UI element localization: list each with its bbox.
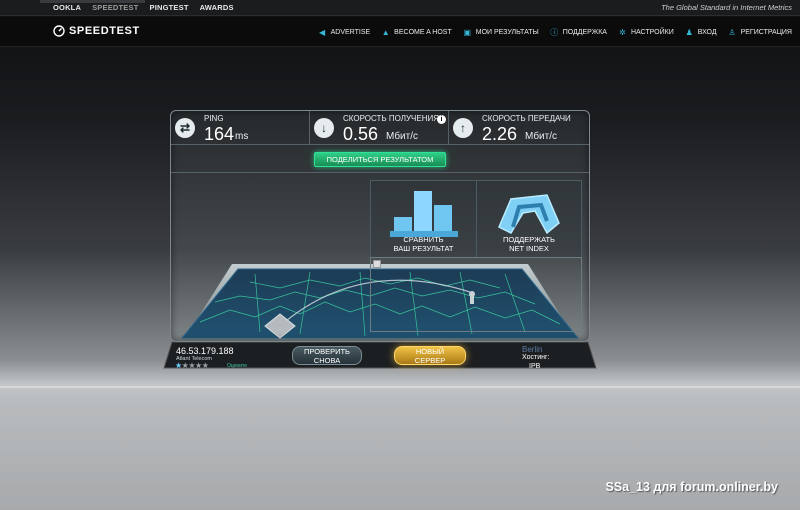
star-icon[interactable]: ★ — [195, 361, 202, 370]
nav-register[interactable]: ♙ РЕГИСТРАЦИЯ — [728, 28, 793, 37]
net-index-tile[interactable]: ПОДДЕРЖАТЬ NET INDEX — [477, 181, 581, 257]
result-stats: ⇄ PING 164 ms ↓ СКОРОСТЬ ПОЛУЧЕНИЯ 0.56 … — [171, 111, 589, 145]
main-nav: ◀ ADVERTISE ▲ BECOME A HOST ▣ МОИ РЕЗУЛЬ… — [318, 28, 792, 37]
nav-label: РЕГИСТРАЦИЯ — [740, 29, 792, 36]
download-label: СКОРОСТЬ ПОЛУЧЕНИЯ — [343, 114, 440, 123]
ping-label: PING — [204, 114, 224, 123]
retest-button[interactable]: ПРОВЕРИТЬ СНОВА — [292, 346, 362, 365]
new-server-button[interactable]: НОВЫЙ СЕРВЕР — [394, 346, 466, 365]
top-links: OOKLA SPEEDTEST PINGTEST AWARDS — [53, 3, 234, 12]
upload-label: СКОРОСТЬ ПЕРЕДАЧИ — [482, 114, 571, 123]
map-overlay-frame — [370, 257, 582, 332]
speedtest-panel: ⇄ PING 164 ms ↓ СКОРОСТЬ ПОЛУЧЕНИЯ 0.56 … — [170, 110, 590, 342]
compare-line-2: ВАШ РЕЗУЛЬТАТ — [393, 243, 454, 253]
camera-icon: ▣ — [463, 28, 472, 37]
top-link-ookla[interactable]: OOKLA — [53, 3, 81, 12]
ping-unit: ms — [235, 131, 249, 142]
upload-arrow-icon: ↑ — [453, 118, 473, 138]
rate-label: Оцените — [227, 363, 248, 369]
action-tiles: СРАВНИТЬ ВАШ РЕЗУЛЬТАТ ПОДДЕРЖАТЬ NET IN… — [370, 180, 582, 258]
nav-label: МОИ РЕЗУЛЬТАТЫ — [475, 29, 539, 36]
upload-unit: Мбит/с — [525, 131, 558, 142]
share-row: ПОДЕЛИТЬСЯ РЕЗУЛЬТАТОМ — [171, 145, 589, 173]
download-unit: Мбит/с — [386, 131, 419, 142]
net-index-line-2: NET INDEX — [509, 243, 549, 253]
net-index-icon — [498, 194, 560, 235]
nav-label: ADVERTISE — [330, 29, 371, 36]
forum-watermark: SSa_13 для forum.onliner.by — [605, 480, 778, 494]
active-tab-indicator — [40, 0, 145, 3]
info-icon: ⓘ — [550, 28, 559, 37]
net-index-caption: ПОДДЕРЖАТЬ NET INDEX — [477, 235, 581, 253]
top-link-pingtest[interactable]: PINGTEST — [150, 3, 189, 12]
top-bar: OOKLA SPEEDTEST PINGTEST AWARDS The Glob… — [0, 0, 800, 16]
star-icon[interactable]: ★ — [202, 361, 209, 370]
nav-my-results[interactable]: ▣ МОИ РЕЗУЛЬТАТЫ — [463, 28, 539, 37]
download-arrow-icon: ↓ — [314, 118, 334, 138]
nav-label: ВХОД — [697, 29, 717, 36]
nav-label: ПОДДЕРЖКА — [562, 29, 607, 36]
bar-chart-icon — [389, 191, 458, 237]
site-header: SPEEDTEST ◀ ADVERTISE ▲ BECOME A HOST ▣ … — [0, 17, 800, 47]
top-link-speedtest[interactable]: SPEEDTEST — [92, 3, 138, 12]
host-label: Хостинг: — [522, 354, 550, 361]
person-plus-icon: ♙ — [728, 28, 736, 37]
ping-icon: ⇄ — [175, 118, 195, 138]
page-divider — [0, 386, 800, 388]
logo-text: SPEEDTEST — [69, 25, 140, 37]
star-icon[interactable]: ★ — [188, 361, 195, 370]
download-value: 0.56 — [343, 124, 379, 144]
triangle-icon: ▲ — [381, 28, 390, 37]
server-city: Berlin — [522, 345, 543, 354]
download-stat: ↓ СКОРОСТЬ ПОЛУЧЕНИЯ 0.56 Мбит/с i — [310, 111, 449, 145]
speedtest-logo[interactable]: SPEEDTEST — [53, 25, 140, 37]
ping-value: 164 — [204, 124, 235, 144]
info-icon[interactable]: i — [437, 115, 446, 124]
ping-stat: ⇄ PING 164 ms — [171, 111, 310, 145]
gauge-icon — [53, 25, 65, 37]
compare-result-tile[interactable]: СРАВНИТЬ ВАШ РЕЗУЛЬТАТ — [371, 181, 477, 257]
nav-login[interactable]: ♟ ВХОД — [685, 28, 717, 37]
broken-image-icon — [373, 260, 381, 268]
top-link-awards[interactable]: AWARDS — [200, 3, 234, 12]
upload-value: 2.26 — [482, 124, 518, 144]
upload-stat: ↑ СКОРОСТЬ ПЕРЕДАЧИ 2.26 Мбит/с — [449, 111, 589, 145]
new-server-line-2: СЕРВЕР — [414, 355, 446, 365]
host-value: IPB — [529, 363, 541, 370]
compare-caption: СРАВНИТЬ ВАШ РЕЗУЛЬТАТ — [371, 235, 476, 253]
nav-advertise[interactable]: ◀ ADVERTISE — [318, 28, 371, 37]
megaphone-icon: ◀ — [319, 28, 326, 37]
nav-label: НАСТРОЙКИ — [630, 29, 674, 36]
nav-support[interactable]: ⓘ ПОДДЕРЖКА — [550, 28, 607, 37]
share-result-button[interactable]: ПОДЕЛИТЬСЯ РЕЗУЛЬТАТОМ — [314, 152, 446, 167]
console-bottom-bar: 46.53.179.188 Atlant Telecom ★★★★★ Оцени… — [170, 342, 590, 370]
isp-rating-stars[interactable]: ★★★★★ — [175, 361, 209, 370]
nav-become-host[interactable]: ▲ BECOME A HOST — [381, 28, 452, 37]
nav-settings[interactable]: ✲ НАСТРОЙКИ — [618, 28, 674, 37]
star-icon[interactable]: ★ — [175, 361, 182, 370]
person-icon: ♟ — [685, 28, 693, 37]
tagline: The Global Standard in Internet Metrics — [661, 3, 792, 12]
retest-line-2: СНОВА — [313, 355, 341, 365]
nav-label: BECOME A HOST — [394, 29, 452, 36]
client-ip: 46.53.179.188 — [176, 346, 234, 356]
gear-icon: ✲ — [619, 28, 626, 37]
